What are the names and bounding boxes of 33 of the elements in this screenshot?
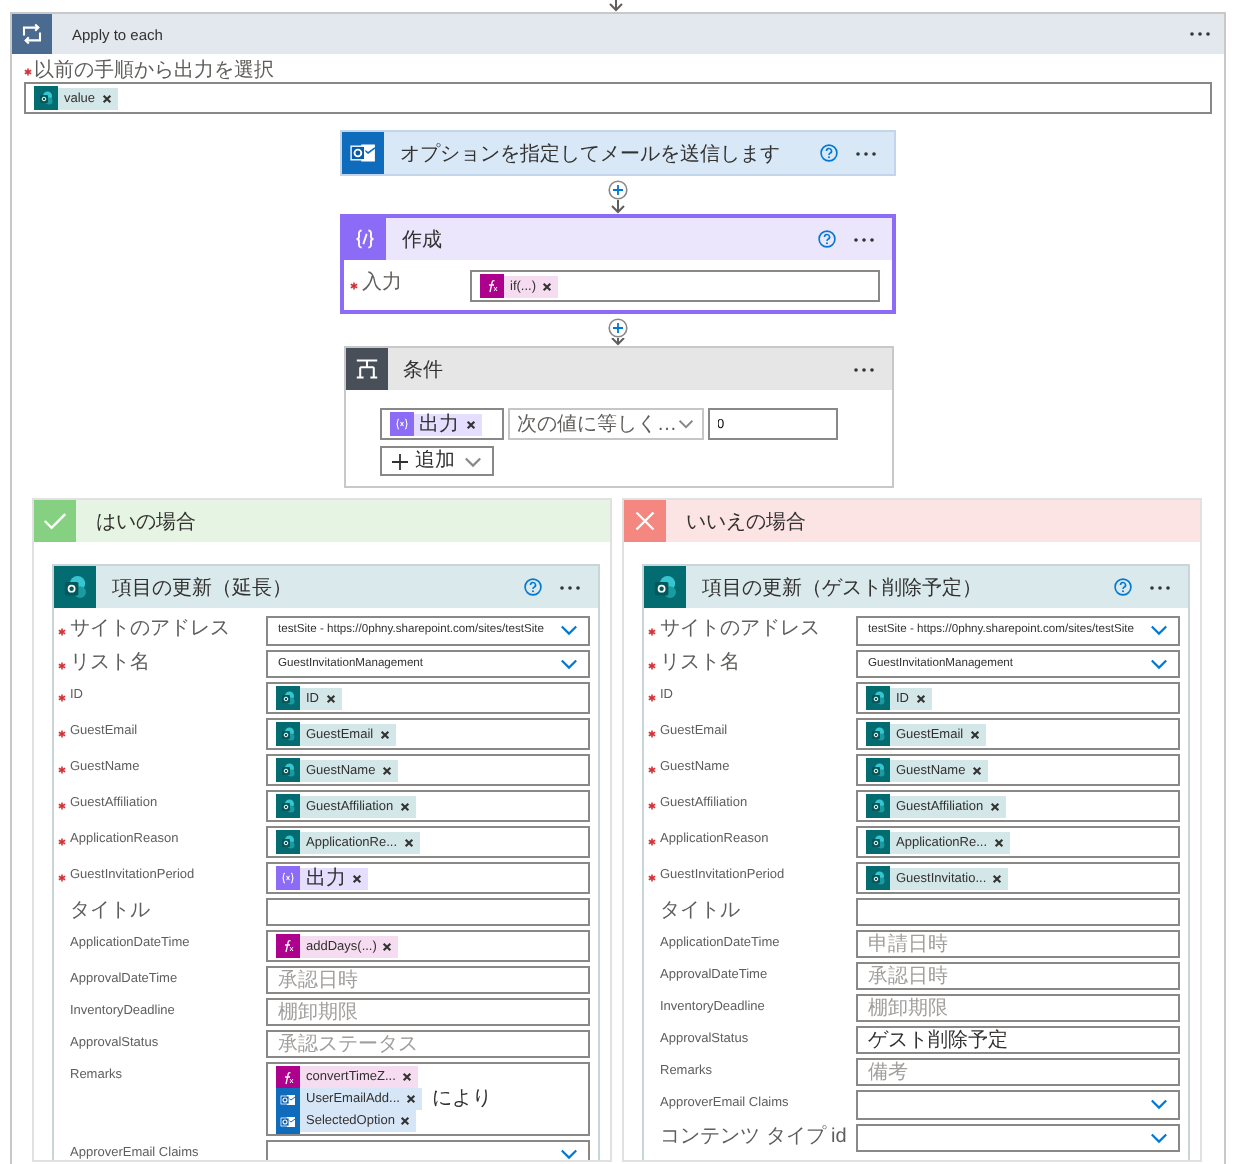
add-button[interactable]: 追加 xyxy=(379,446,493,476)
card-title: 項目の更新（ゲスト削除予定） xyxy=(702,575,984,601)
input-field[interactable]: 棚卸期限 xyxy=(266,998,590,1026)
field-label: リスト名 xyxy=(660,653,740,673)
input-field[interactable]: ゲスト削除予定 xyxy=(856,1026,1180,1054)
field-label: コンテンツ タイプ id xyxy=(660,1127,847,1147)
input-field[interactable]: 承認ステータス xyxy=(266,1030,590,1058)
token-label: 出力 xyxy=(306,867,346,889)
input-field[interactable]: 承認日時 xyxy=(266,966,590,994)
input-field[interactable]: 申請日時 xyxy=(856,930,1180,958)
field-label: 以前の手順から出力を選択 xyxy=(34,61,274,81)
field-text: により xyxy=(431,1088,492,1110)
field-label: リスト名 xyxy=(70,653,150,673)
token-label: 出力 xyxy=(419,413,459,435)
card-title: 作成 xyxy=(402,227,444,253)
token-chip[interactable]: 出力 xyxy=(276,867,368,889)
input-field[interactable]: 棚卸期限 xyxy=(856,994,1180,1022)
input-field[interactable]: 備考 xyxy=(856,1058,1180,1086)
operator-dropdown[interactable]: 次の値に等しく… xyxy=(507,408,703,440)
branch-title: はいの場合 xyxy=(96,509,196,535)
branch-title: いいえの場合 xyxy=(686,509,806,535)
token-chip[interactable]: 出力 xyxy=(389,413,481,435)
field-label: サイトのアドレス xyxy=(660,620,820,640)
field-label: 入力 xyxy=(362,274,402,294)
card-title: オプションを指定してメールを送信します xyxy=(400,141,782,167)
card-title: 項目の更新（延長） xyxy=(112,575,294,601)
input-field[interactable]: 承認日時 xyxy=(856,962,1180,990)
card-title: 条件 xyxy=(403,357,445,383)
field-label: サイトのアドレス xyxy=(70,620,230,640)
token-field[interactable]: 出力 xyxy=(379,408,503,440)
field-label: タイトル xyxy=(660,902,740,922)
field-label: タイトル xyxy=(70,902,150,922)
token-field[interactable]: 出力 xyxy=(266,862,590,894)
